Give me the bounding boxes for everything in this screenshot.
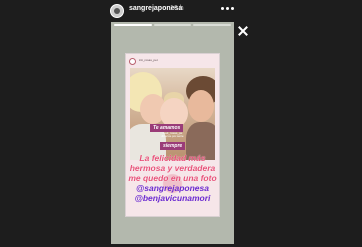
shared-caption-mentions: mati_rosas_pe direcos.por.serie [126,132,219,138]
story-text-line: me quedo en una foto [128,173,217,183]
story-viewer[interactable]: inti_rosas_pet Te amamos mati_rosas_pe d… [111,22,234,244]
shared-post-username: inti_rosas_pet [139,58,158,62]
avatar-image [114,8,120,14]
shared-mention: direcos.por.serie [161,134,184,138]
shared-caption-bottom: siempre [160,142,186,150]
separator-dot: • [162,5,165,12]
story-mention[interactable]: @sangrejaponesa [113,183,232,193]
timestamp: 16 h [170,5,184,12]
story-mention[interactable]: @benjavicunamori [113,193,232,203]
close-icon[interactable] [238,26,248,36]
more-icon[interactable] [220,6,234,12]
story-progress-bar [114,24,232,26]
progress-segment [114,24,152,26]
story-text-line: hermosa y verdadera [129,163,216,173]
avatar[interactable] [110,4,124,18]
story-caption: La felicidad más hermosa y verdadera me … [113,153,232,203]
story-text-line: La felicidad más [139,153,206,163]
progress-segment [193,24,232,26]
shared-post-avatar [129,58,136,65]
progress-segment [153,24,192,26]
story-header: sangrejaponesa • 16 h [0,0,362,22]
